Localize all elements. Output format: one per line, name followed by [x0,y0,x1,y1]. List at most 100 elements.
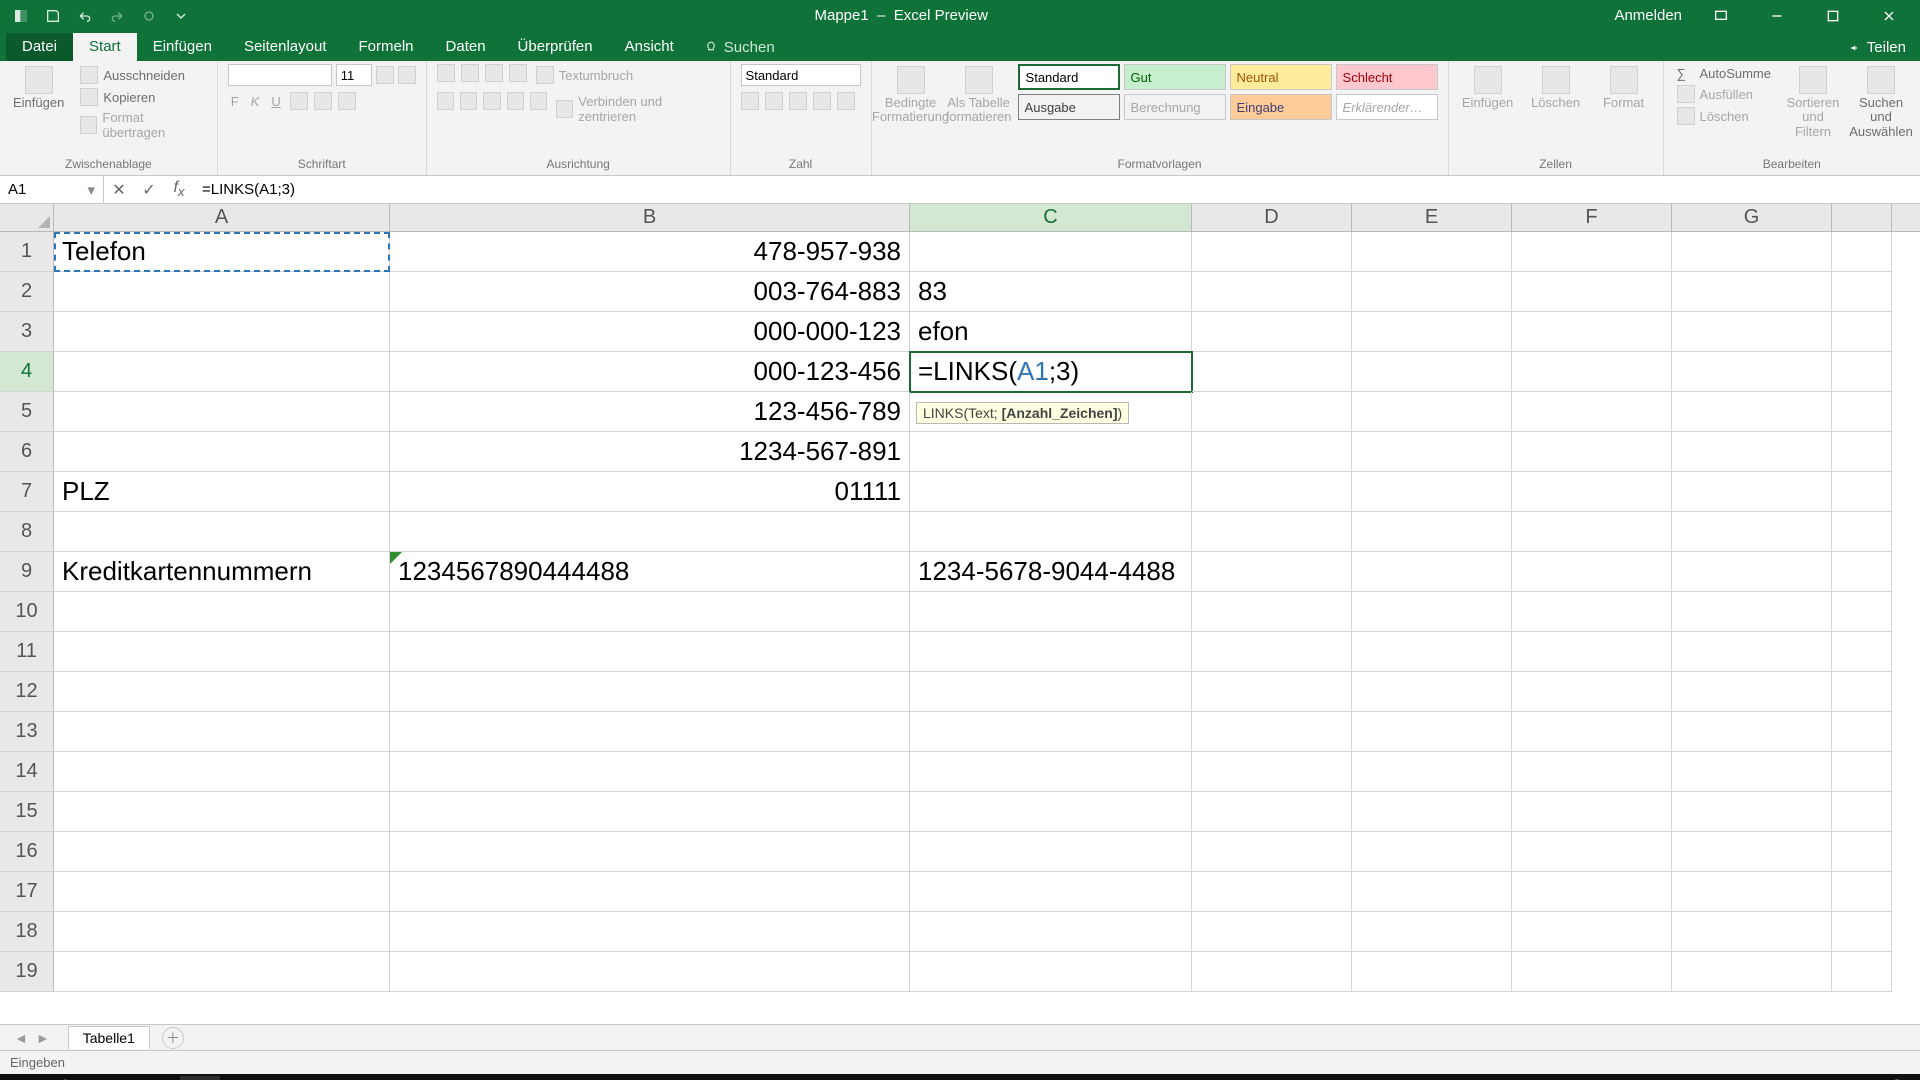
cell-B9[interactable]: 1234567890444488 [390,552,910,592]
cell-B4[interactable]: 000-123-456 [390,352,910,392]
align-center-icon[interactable] [460,92,477,110]
cell-B14[interactable] [390,752,910,792]
cell-C16[interactable] [910,832,1192,872]
font-family-field[interactable] [228,64,332,86]
maximize-button[interactable] [1816,5,1850,27]
cell-A4[interactable] [54,352,390,392]
undo-icon[interactable] [74,5,96,27]
cell-Rest1[interactable] [1832,232,1892,272]
cell-D11[interactable] [1192,632,1352,672]
row-head[interactable]: 14 [0,752,54,792]
select-all-corner[interactable] [0,204,54,231]
cell-D16[interactable] [1192,832,1352,872]
cell-A14[interactable] [54,752,390,792]
minimize-button[interactable] [1760,5,1794,27]
sheet-tab-active[interactable]: Tabelle1 [68,1026,150,1049]
cell-C9[interactable]: 1234-5678-9044-4488 [910,552,1192,592]
cell-Rest13[interactable] [1832,712,1892,752]
find-select-button[interactable]: Suchen und Auswählen [1852,64,1910,141]
tray-volume-icon[interactable]: 🔊 [1876,1076,1916,1080]
increase-decimal-icon[interactable] [813,92,831,110]
cell-A16[interactable] [54,832,390,872]
percent-icon[interactable] [765,92,783,110]
cell-A5[interactable] [54,392,390,432]
cell-G8[interactable] [1672,512,1832,552]
fill-button[interactable]: Ausfüllen [1674,83,1774,105]
qat-customize-icon[interactable] [170,5,192,27]
cell-D5[interactable] [1192,392,1352,432]
cell-C3[interactable]: efon [910,312,1192,352]
col-head-G[interactable]: G [1672,204,1832,231]
cell-Rest18[interactable] [1832,912,1892,952]
cell-E9[interactable] [1352,552,1512,592]
cell-Rest5[interactable] [1832,392,1892,432]
col-head-F[interactable]: F [1512,204,1672,231]
format-cells-button[interactable]: Format [1595,64,1653,112]
cell-Rest17[interactable] [1832,872,1892,912]
underline-button[interactable]: U [268,92,283,111]
cell-E11[interactable] [1352,632,1512,672]
row-head[interactable]: 7 [0,472,54,512]
conditional-formatting-button[interactable]: Bedingte Formatierung [882,64,940,127]
cell-B1[interactable]: 478-957-938 [390,232,910,272]
bold-button[interactable]: F [228,92,242,111]
cell-B15[interactable] [390,792,910,832]
cell-C4[interactable]: =LINKS(A1;3) [910,352,1192,392]
task-view-icon[interactable]: ▭ [92,1076,132,1080]
currency-icon[interactable] [741,92,759,110]
cell-D9[interactable] [1192,552,1352,592]
align-middle-icon[interactable] [461,64,479,82]
cell-E15[interactable] [1352,792,1512,832]
add-sheet-button[interactable]: ＋ [162,1027,184,1049]
cell-D4[interactable] [1192,352,1352,392]
cell-C14[interactable] [910,752,1192,792]
decrease-indent-icon[interactable] [507,92,524,110]
sort-filter-button[interactable]: Sortieren und Filtern [1784,64,1842,141]
worksheet-grid[interactable]: A B C D E F G 1Telefon478-957-9382003-76… [0,204,1920,1024]
cell-B17[interactable] [390,872,910,912]
sheet-nav-next[interactable]: ► [32,1030,54,1046]
row-head[interactable]: 11 [0,632,54,672]
cell-F15[interactable] [1512,792,1672,832]
cell-A17[interactable] [54,872,390,912]
touch-mode-icon[interactable] [138,5,160,27]
cell-G14[interactable] [1672,752,1832,792]
file-explorer-icon[interactable]: 🗂 [136,1076,176,1080]
cell-Rest11[interactable] [1832,632,1892,672]
edge-taskbar-icon[interactable]: e [224,1076,264,1080]
cell-E17[interactable] [1352,872,1512,912]
save-icon[interactable] [42,5,64,27]
wrap-text-button[interactable]: Textumbruch [533,64,636,86]
cell-C18[interactable] [910,912,1192,952]
cell-F18[interactable] [1512,912,1672,952]
cell-D15[interactable] [1192,792,1352,832]
cell-F4[interactable] [1512,352,1672,392]
row-head[interactable]: 19 [0,952,54,992]
cell-E14[interactable] [1352,752,1512,792]
row-head[interactable]: 9 [0,552,54,592]
cell-F16[interactable] [1512,832,1672,872]
cell-style-neutral[interactable]: Neutral [1230,64,1332,90]
cell-G1[interactable] [1672,232,1832,272]
align-right-icon[interactable] [483,92,500,110]
number-format-field[interactable] [741,64,861,86]
cell-style-standard[interactable]: Standard [1018,64,1120,90]
cell-D2[interactable] [1192,272,1352,312]
cell-Rest6[interactable] [1832,432,1892,472]
cell-C11[interactable] [910,632,1192,672]
orientation-icon[interactable] [509,64,527,82]
cell-F14[interactable] [1512,752,1672,792]
cell-E13[interactable] [1352,712,1512,752]
align-left-icon[interactable] [437,92,454,110]
cell-Rest16[interactable] [1832,832,1892,872]
decrease-font-icon[interactable] [398,66,416,84]
row-head[interactable]: 12 [0,672,54,712]
cell-Rest12[interactable] [1832,672,1892,712]
cell-F9[interactable] [1512,552,1672,592]
row-head[interactable]: 18 [0,912,54,952]
cell-D3[interactable] [1192,312,1352,352]
cell-D8[interactable] [1192,512,1352,552]
enter-formula-button[interactable]: ✓ [134,180,164,200]
taskbar-search-icon[interactable]: 🔍 [48,1076,88,1080]
cell-A2[interactable] [54,272,390,312]
